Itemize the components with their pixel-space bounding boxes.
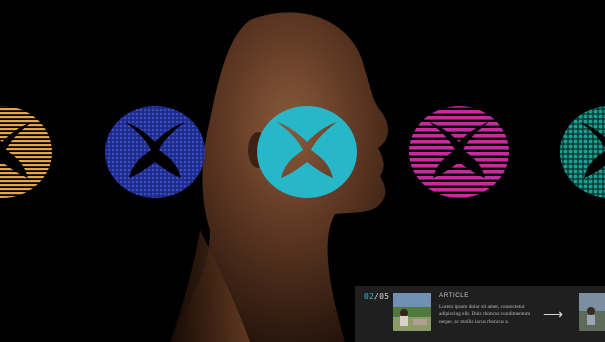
slide-counter-current: 02 [364, 292, 375, 301]
article-thumbnail[interactable] [393, 293, 431, 331]
slide-counter-total: /05 [374, 292, 390, 301]
logo-cyan-solid [255, 104, 359, 200]
logo-magenta-striped [407, 104, 511, 200]
logo-orange-striped [0, 104, 54, 200]
next-article-thumbnail[interactable] [579, 293, 605, 331]
article-kicker: ARTICLE [439, 292, 469, 299]
slide-counter: 02/05 [364, 292, 389, 301]
article-excerpt: Lorem ipsum dolor sit amet, consectetur … [439, 304, 531, 325]
next-arrow-icon[interactable]: ⟶ [543, 306, 563, 323]
hero-banner: 02/05 ARTICLE Lorem ipsum dolor sit amet… [0, 0, 605, 342]
logo-blue-dotted [103, 104, 207, 200]
article-card[interactable]: 02/05 ARTICLE Lorem ipsum dolor sit amet… [355, 286, 605, 342]
logo-teal-dotted [558, 104, 605, 200]
